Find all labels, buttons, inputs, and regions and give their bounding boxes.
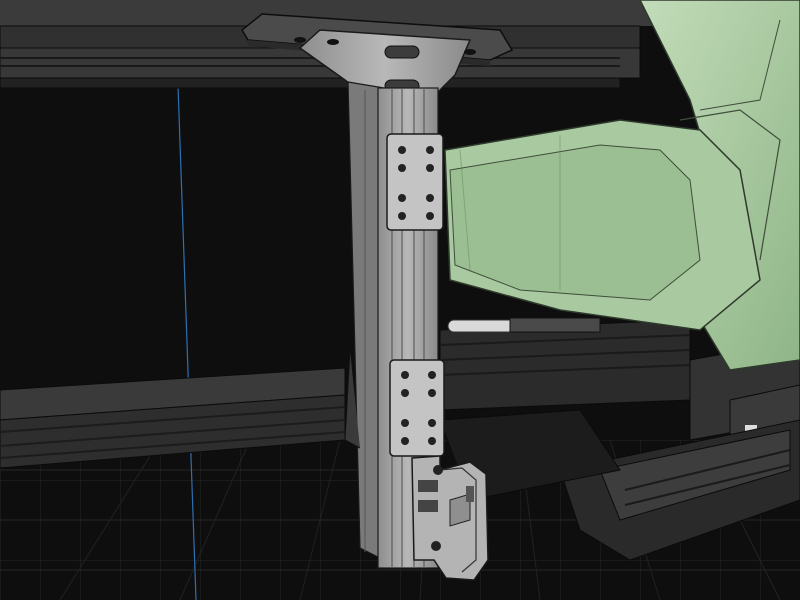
upper-joining-plate	[386, 133, 444, 231]
lower-joining-plate	[389, 359, 445, 457]
cad-scene[interactable]	[0, 0, 800, 600]
3d-viewport[interactable]	[0, 0, 800, 600]
